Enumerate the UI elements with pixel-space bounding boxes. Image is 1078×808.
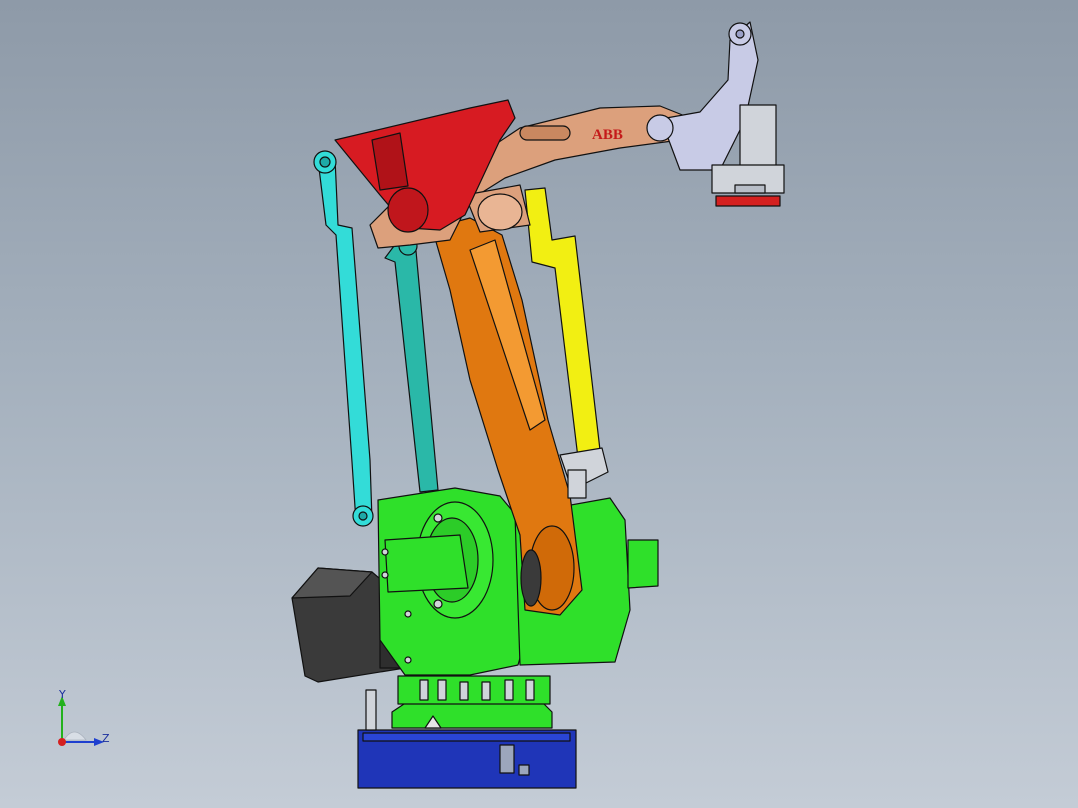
rear-link-outer[interactable] xyxy=(313,150,374,527)
axis-triad: Y Z xyxy=(44,682,124,762)
brand-label: ABB xyxy=(592,127,623,143)
axis-triad-arrows xyxy=(58,696,104,746)
x-axis-dot xyxy=(58,738,66,746)
cad-viewport[interactable]: ABB Y Z xyxy=(0,0,1078,808)
z-axis-label: Z xyxy=(102,732,110,745)
y-axis-label: Y xyxy=(59,688,66,701)
rear-link-inner[interactable] xyxy=(384,236,439,493)
robot-model-scene[interactable]: ABB xyxy=(0,0,1078,808)
base-ring[interactable] xyxy=(391,675,553,729)
